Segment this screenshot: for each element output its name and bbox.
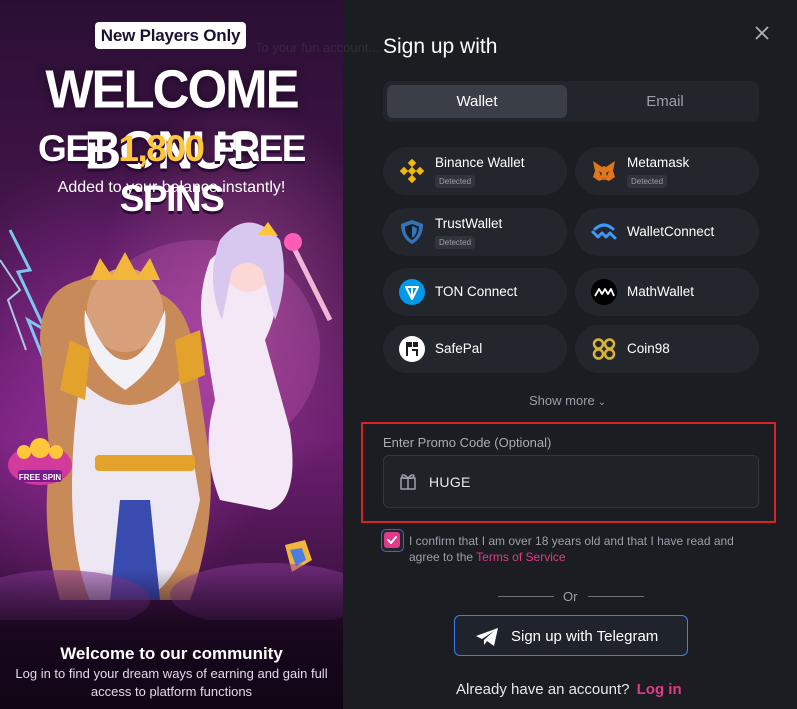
wallet-name: WalletConnect (627, 224, 715, 239)
signup-title: Sign up with (383, 35, 498, 58)
wallet-name: Coin98 (627, 341, 670, 356)
free-spins-amount: 1,800 (118, 128, 205, 169)
background-ghost-text: To your fun account... (255, 40, 380, 55)
telegram-signup-label: Sign up with Telegram (511, 628, 659, 645)
binance-icon (399, 158, 425, 184)
promo-code-label: Enter Promo Code (Optional) (383, 435, 552, 450)
close-button[interactable] (751, 22, 773, 44)
free-spins-prefix: GET (38, 128, 119, 169)
promo-code-value: HUGE (429, 474, 471, 490)
signup-form-panel: To your fun account... Sign up with Wall… (255, 0, 797, 709)
checkbox-fill (384, 532, 400, 548)
mathwallet-icon (591, 279, 617, 305)
wallet-name: SafePal (435, 341, 483, 356)
divider-right (588, 596, 644, 597)
detected-badge: Detected (627, 175, 668, 188)
login-prompt: Already have an account? Log in (456, 680, 682, 699)
or-divider-text: Or (563, 589, 578, 604)
bonus-tagline: Added to your balance instantly! (57, 179, 286, 196)
wallet-name: Metamask (627, 155, 690, 170)
tab-wallet[interactable]: Wallet (387, 85, 567, 118)
free-spins-headline: GET 1,800 FREE SPINS (0, 124, 343, 224)
show-more-button[interactable]: Show more ⌄ (529, 392, 606, 411)
walletconnect-icon (591, 223, 617, 240)
telegram-signup-button[interactable]: Sign up with Telegram (454, 615, 688, 656)
gift-icon (400, 474, 416, 490)
close-icon (755, 26, 769, 40)
wallet-option-trustwallet[interactable]: TrustWallet Detected (383, 208, 567, 256)
detected-badge: Detected (435, 175, 476, 188)
detected-badge: Detected (435, 236, 476, 249)
tab-email[interactable]: Email (575, 85, 755, 118)
wallet-option-safepal[interactable]: SafePal (383, 325, 567, 373)
wallet-name: Binance Wallet (435, 155, 525, 170)
ton-icon (399, 279, 425, 305)
wallet-name: MathWallet (627, 284, 695, 299)
trustwallet-icon (401, 220, 423, 244)
metamask-icon (593, 161, 615, 181)
confirm-text: I confirm that I am over 18 years old an… (409, 534, 734, 564)
already-account-text: Already have an account? (456, 681, 630, 698)
telegram-icon (476, 628, 498, 646)
promo-code-input[interactable]: HUGE (383, 455, 759, 508)
wallet-option-ton[interactable]: TON Connect (383, 268, 567, 316)
divider-left (498, 596, 554, 597)
free-spin-label: FREE SPIN (19, 473, 61, 482)
age-terms-text: I confirm that I am over 18 years old an… (409, 533, 749, 565)
signup-method-tabs: Wallet Email (383, 81, 759, 122)
community-title: Welcome to our community (60, 644, 283, 663)
wallet-option-metamask[interactable]: Metamask Detected (575, 147, 759, 195)
wallet-option-mathwallet[interactable]: MathWallet (575, 268, 759, 316)
community-description: Log in to find your dream ways of earnin… (15, 666, 328, 699)
wallet-option-binance[interactable]: Binance Wallet Detected (383, 147, 567, 195)
coin98-icon (592, 338, 616, 360)
promo-panel: FREE SPIN New Players Only WELCOME BONUS… (0, 0, 343, 709)
age-terms-checkbox[interactable] (381, 529, 404, 552)
login-link[interactable]: Log in (637, 681, 682, 698)
wallet-name: TrustWallet (435, 216, 503, 231)
promo-artwork: FREE SPIN (0, 222, 343, 620)
terms-of-service-link[interactable]: Terms of Service (476, 550, 565, 564)
safepal-icon (399, 336, 425, 362)
checkmark-icon (387, 536, 397, 544)
wallet-option-coin98[interactable]: Coin98 (575, 325, 759, 373)
show-more-label: Show more (529, 393, 595, 408)
new-players-badge: New Players Only (95, 22, 246, 49)
wallet-option-walletconnect[interactable]: WalletConnect (575, 208, 759, 256)
chevron-down-icon: ⌄ (597, 397, 607, 408)
wallet-name: TON Connect (435, 284, 518, 299)
